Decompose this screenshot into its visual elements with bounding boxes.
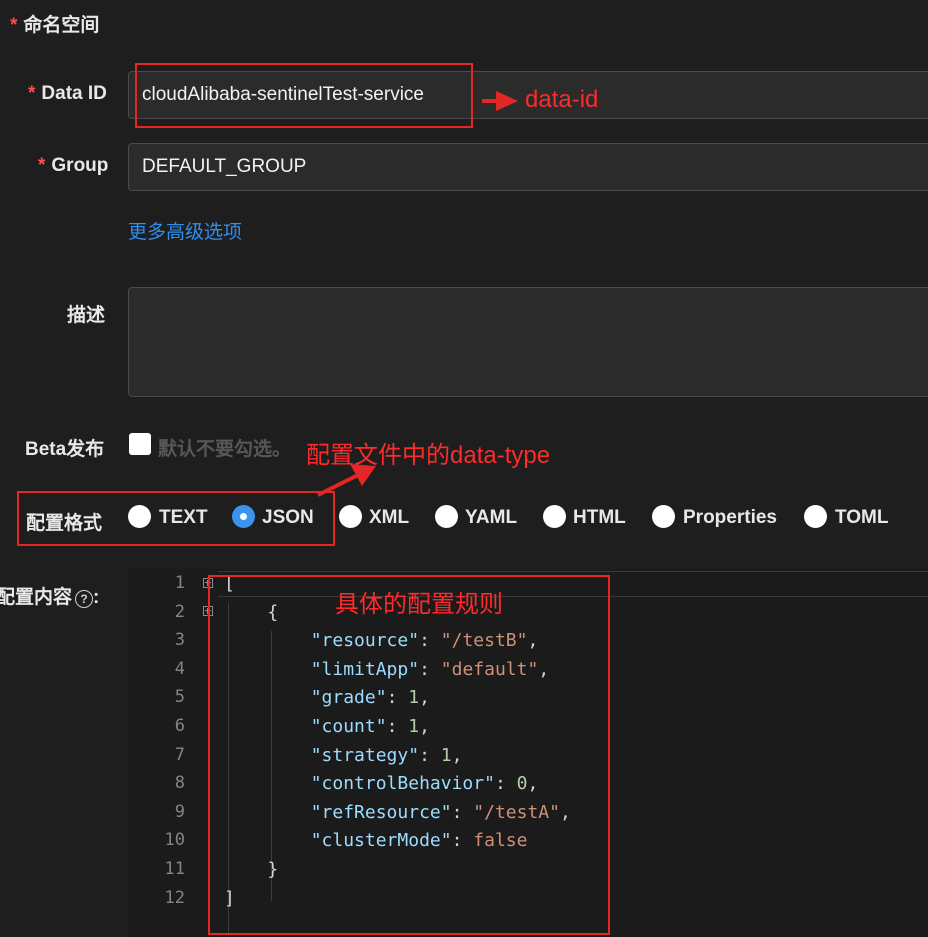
line-number: 2 xyxy=(174,601,185,622)
beta-label: Beta发布 xyxy=(25,439,105,460)
namespace-row: * 命名空间 xyxy=(10,10,99,37)
group-label-row: * Group xyxy=(38,155,108,177)
description-textarea[interactable] xyxy=(128,287,928,397)
format-radio-yaml[interactable] xyxy=(435,505,458,528)
description-label: 描述 xyxy=(67,305,106,326)
line-number: 3 xyxy=(174,630,185,651)
line-number: 1 xyxy=(174,573,185,593)
group-value: DEFAULT_GROUP xyxy=(142,156,307,177)
data-id-label-row: * Data ID xyxy=(28,83,107,105)
line-number: 7 xyxy=(174,744,185,765)
question-circle-icon[interactable]: ? xyxy=(75,589,94,608)
rules-annotation: 具体的配置规则 xyxy=(335,591,503,618)
namespace-label: 命名空间 xyxy=(23,15,100,36)
format-option-yaml[interactable]: YAML xyxy=(465,507,517,529)
content-label: 配置内容 xyxy=(0,587,73,608)
line-number: 9 xyxy=(174,801,185,822)
group-input[interactable]: DEFAULT_GROUP xyxy=(128,143,928,191)
format-option-xml[interactable]: XML xyxy=(369,507,409,529)
data-id-annotation: data-id xyxy=(525,86,599,113)
format-highlight-box xyxy=(17,491,335,546)
data-id-label: Data ID xyxy=(41,83,107,104)
line-number: 6 xyxy=(174,716,185,736)
format-radio-xml[interactable] xyxy=(339,505,362,528)
format-radio-html[interactable] xyxy=(543,505,566,528)
line-number: 8 xyxy=(174,773,185,794)
data-id-arrow xyxy=(482,91,518,111)
format-radio-toml[interactable] xyxy=(804,505,827,528)
format-radio-properties[interactable] xyxy=(652,505,675,528)
content-colon: : xyxy=(93,587,100,608)
format-option-toml[interactable]: TOML xyxy=(835,507,888,529)
advanced-options-link[interactable]: 更多高级选项 xyxy=(128,217,242,244)
line-number: 12 xyxy=(164,887,185,908)
content-label-row: 配置内容?: xyxy=(0,582,99,609)
group-label: Group xyxy=(51,155,109,176)
required-mark: * xyxy=(10,15,18,36)
beta-checkbox[interactable] xyxy=(129,433,151,455)
data-id-highlight-box xyxy=(135,63,473,128)
line-number: 4 xyxy=(174,658,185,679)
line-number: 5 xyxy=(174,687,185,708)
format-option-properties[interactable]: Properties xyxy=(683,507,777,529)
format-option-html[interactable]: HTML xyxy=(573,507,626,529)
line-number: 10 xyxy=(164,830,185,851)
required-mark: * xyxy=(28,83,36,104)
beta-hint: 默认不要勾选。 xyxy=(158,439,292,460)
line-number: 11 xyxy=(164,859,185,879)
rules-highlight-box xyxy=(208,575,610,935)
required-mark: * xyxy=(38,155,46,176)
